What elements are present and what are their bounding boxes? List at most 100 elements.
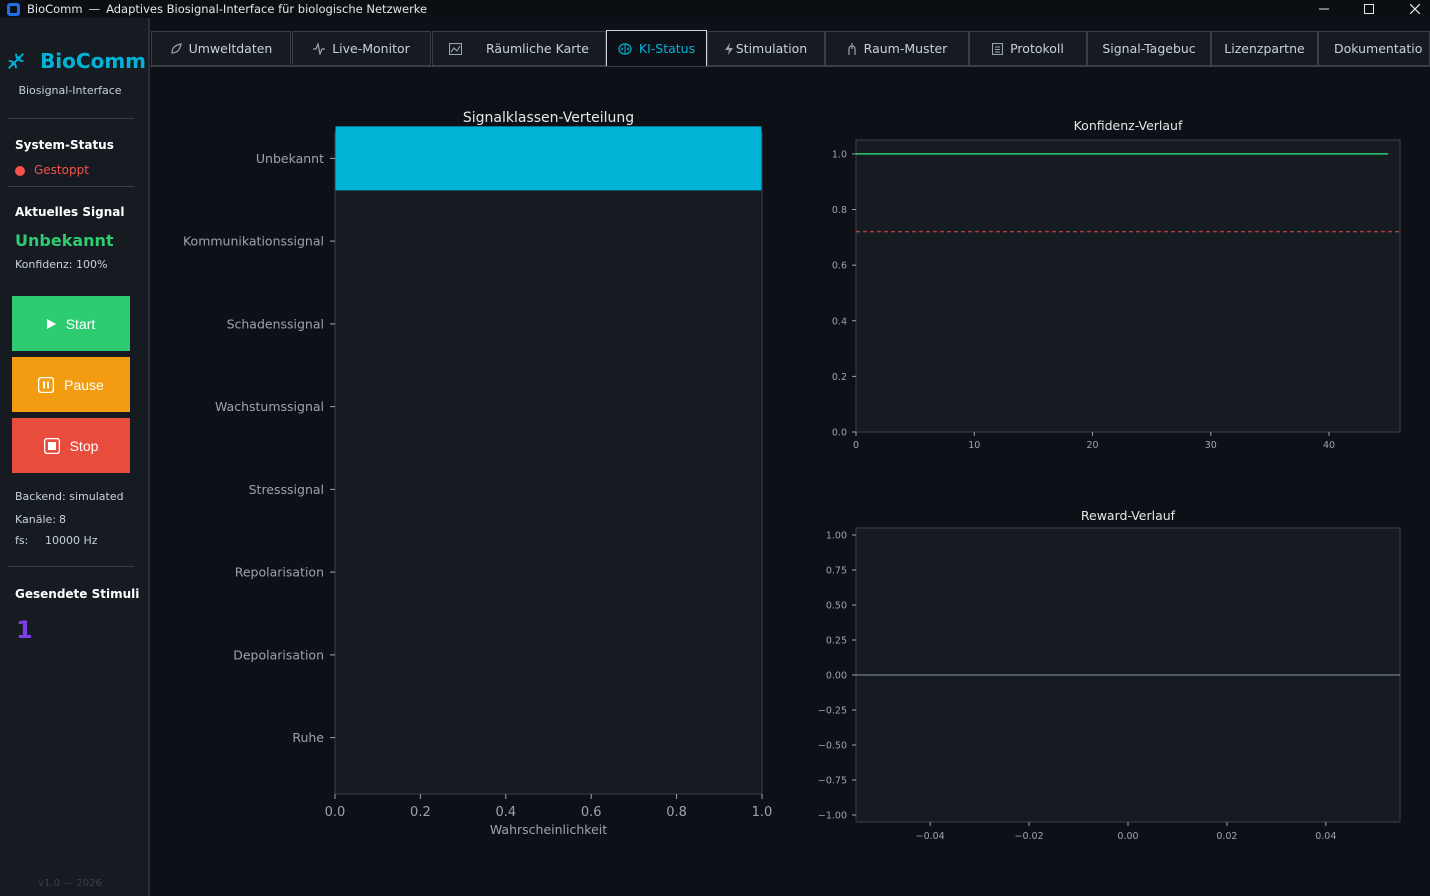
close-button[interactable]: [1392, 0, 1430, 18]
status-dot-icon: [15, 166, 25, 176]
stop-icon: [43, 437, 60, 454]
play-icon: [46, 318, 56, 329]
current-signal-label: Aktuelles Signal: [15, 205, 125, 219]
brand: BioComm: [6, 48, 146, 74]
divider: [8, 186, 134, 187]
pause-icon: [38, 376, 55, 393]
maximize-button[interactable]: [1346, 0, 1392, 18]
start-button-label: Start: [65, 315, 96, 332]
title-separator: —: [88, 2, 101, 16]
start-button[interactable]: Start: [12, 296, 130, 351]
tab-live-monitor[interactable]: Live-Monitor: [292, 31, 431, 66]
leaf-icon: [170, 42, 182, 55]
bar-0: [335, 126, 762, 191]
chart-title: Signalklassen-Verteilung: [463, 110, 634, 126]
chart-title: Konfidenz-Verlauf: [1074, 118, 1183, 133]
minimize-icon: [1319, 8, 1329, 10]
tab-raeumliche-karte[interactable]: Räumliche Karte: [432, 31, 606, 66]
x-tick-label: 20: [1086, 440, 1098, 451]
tab-label: Dokumentatio: [1334, 41, 1423, 56]
stimuli-label: Gesendete Stimuli: [15, 587, 140, 601]
map-icon: [449, 42, 463, 55]
y-tick-label: 0.25: [826, 636, 847, 647]
y-tick-label: Stresssignal: [249, 482, 324, 497]
y-tick-label: 0.8: [832, 205, 847, 216]
stimuli-count: 1: [16, 616, 33, 644]
current-signal-value: Unbekannt: [15, 231, 114, 250]
app-icon: [7, 2, 20, 16]
pause-button-label: Pause: [64, 376, 104, 393]
tab-bar: Umweltdaten Live-Monitor Räumliche Karte…: [150, 18, 1430, 68]
tab-protokoll[interactable]: Protokoll: [969, 31, 1087, 66]
minimize-button[interactable]: [1301, 0, 1347, 18]
y-tick-label: Unbekannt: [256, 151, 324, 166]
tab-signal-tagebuch[interactable]: Signal-Tagebuc: [1087, 31, 1211, 66]
system-status-value: Gestoppt: [34, 163, 89, 177]
tab-label: Protokoll: [1010, 41, 1064, 56]
plot-area: [334, 131, 763, 795]
title-bar: BioComm — Adaptives Biosignal-Interface …: [0, 0, 1430, 18]
y-tick-label: 0.75: [826, 566, 847, 577]
brand-subtitle: Biosignal-Interface: [18, 84, 122, 97]
x-tick-label: 0.04: [1315, 831, 1336, 842]
x-tick-label: 0.00: [1117, 831, 1138, 842]
signal-class-chart: Signalklassen-Verteilung Unbekannt Kommuni…: [183, 110, 772, 837]
reward-chart: Reward-Verlauf 1.00 0.75 0.50 0.25 0.00 −0.25 −…: [818, 508, 1401, 842]
tab-ki-status[interactable]: KI-Status: [606, 30, 707, 67]
x-tick-label: 30: [1205, 440, 1217, 451]
x-tick-label: 0.0: [325, 805, 346, 820]
stop-button[interactable]: Stop: [12, 418, 130, 473]
window-app-name: BioComm: [27, 2, 83, 16]
tab-label: Raum-Muster: [863, 41, 948, 56]
tab-label: Umweltdaten: [188, 41, 273, 56]
dna-icon: [8, 53, 24, 69]
fs-value: 10000 Hz: [45, 534, 98, 547]
tab-label: Live-Monitor: [332, 41, 410, 56]
tab-label: Lizenzpartne: [1224, 41, 1305, 56]
version-text: v1.0 — 2026: [38, 878, 102, 889]
x-tick-label: 0: [853, 440, 859, 451]
plot-area: [855, 139, 1401, 433]
divider: [8, 118, 134, 119]
backend-text: Backend: simulated: [15, 490, 124, 503]
bolt-icon: [724, 42, 733, 55]
stop-button-label: Stop: [69, 437, 99, 454]
wave-icon: [313, 42, 326, 55]
y-tick-label: −0.50: [818, 741, 847, 752]
y-tick-label: 0.4: [832, 316, 847, 327]
y-tick-label: 0.50: [826, 601, 847, 612]
tab-stimulation[interactable]: Stimulation: [707, 31, 825, 66]
y-tick-label: 0.0: [832, 428, 847, 439]
pause-button[interactable]: Pause: [12, 357, 130, 412]
tab-raum-muster[interactable]: Raum-Muster: [825, 31, 969, 66]
x-tick-label: 0.2: [410, 805, 431, 820]
content-border: [150, 66, 1430, 67]
brand-name: BioComm: [40, 49, 146, 73]
confidence-chart: Konfidenz-Verlauf 0.0 0.2 0.4 0.6 0.8 1.0 0 10 20…: [832, 118, 1401, 451]
y-tick-label: Wachstumssignal: [215, 399, 324, 414]
y-tick-label: Repolarisation: [235, 565, 324, 580]
x-axis-label: Wahrscheinlichkeit: [490, 822, 607, 837]
pattern-icon: [847, 42, 857, 55]
tab-dokumentation[interactable]: Dokumentatio: [1318, 31, 1430, 66]
y-tick-label: Kommunikationssignal: [183, 234, 324, 249]
brain-icon: [618, 42, 632, 55]
document-icon: [992, 42, 1004, 55]
tab-label: Signal-Tagebuc: [1102, 41, 1196, 56]
x-tick-label: −0.02: [1015, 831, 1044, 842]
x-tick-label: −0.04: [916, 831, 945, 842]
system-status-label: System-Status: [15, 138, 114, 152]
x-tick-label: 10: [968, 440, 980, 451]
y-tick-label: 1.00: [826, 531, 847, 542]
y-tick-label: Depolarisation: [233, 647, 324, 662]
y-tick-label: −0.75: [818, 776, 847, 787]
channels-value: 8: [59, 513, 66, 526]
x-tick-label: 0.4: [495, 805, 516, 820]
tab-lizenzpartner[interactable]: Lizenzpartne: [1211, 31, 1318, 66]
confidence-text: Konfidenz: 100%: [15, 258, 108, 271]
y-tick-label: 1.0: [832, 149, 847, 160]
tab-label: Räumliche Karte: [486, 41, 589, 56]
tab-umweltdaten[interactable]: Umweltdaten: [151, 31, 291, 66]
y-tick-label: −0.25: [818, 706, 847, 717]
close-icon: [1410, 4, 1420, 14]
